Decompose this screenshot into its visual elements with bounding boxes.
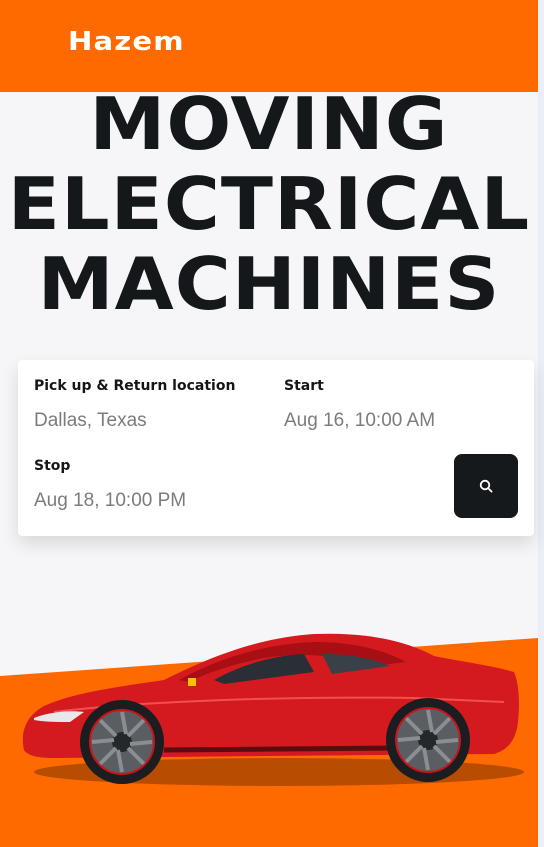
search-button[interactable] <box>454 454 518 518</box>
start-date-input[interactable]: Aug 16, 10:00 AM <box>284 410 435 432</box>
hero-heading: MOVING ELECTRICAL MACHINES <box>0 84 544 324</box>
location-label: Pick up & Return location <box>34 378 236 394</box>
booking-card: Pick up & Return location Dallas, Texas … <box>18 360 534 536</box>
hero-line-2: ELECTRICAL <box>7 162 531 246</box>
search-icon <box>479 479 493 493</box>
stop-date-input[interactable]: Aug 18, 10:00 PM <box>34 490 186 512</box>
hero-line-3: MACHINES <box>37 242 501 326</box>
start-label: Start <box>284 378 324 394</box>
red-sports-car-image <box>22 633 524 786</box>
hero-line-1: MOVING <box>89 82 449 166</box>
brand-logo[interactable]: Hazem <box>68 27 185 57</box>
site-header: Hazem <box>0 0 538 92</box>
location-input[interactable]: Dallas, Texas <box>34 410 147 432</box>
stop-label: Stop <box>34 458 71 474</box>
